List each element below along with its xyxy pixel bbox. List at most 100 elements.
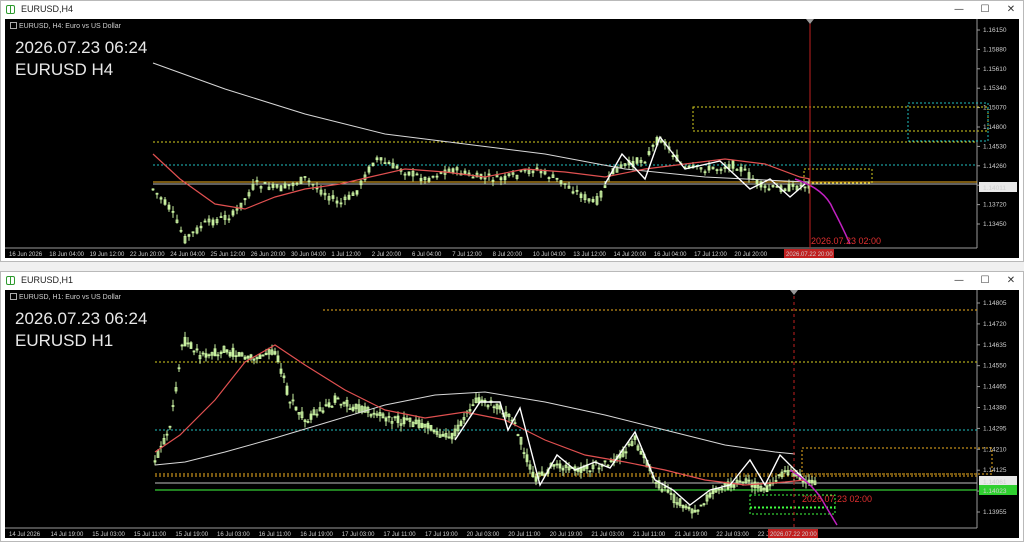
time-tick-label: 17 Jul 11:00 bbox=[383, 532, 416, 538]
time-tick-label: 16 Jul 03:00 bbox=[217, 532, 250, 538]
time-tick-label: 20 Jul 03:00 bbox=[467, 532, 500, 538]
sma-line bbox=[152, 62, 811, 183]
candle-body bbox=[367, 166, 371, 173]
close-button[interactable]: ✕ bbox=[997, 1, 1024, 19]
candle-body bbox=[324, 404, 328, 407]
minimize-button[interactable]: — bbox=[945, 1, 973, 19]
candle-body bbox=[327, 402, 331, 407]
candle-body bbox=[419, 177, 423, 182]
price-tick-label: 1.14260 bbox=[983, 163, 1007, 170]
time-tick-label: 17 Jul 03:00 bbox=[342, 532, 375, 538]
candle-body bbox=[540, 471, 544, 476]
chart-canvas[interactable]: 1.14805 1.14720 1.14635 1.14550 1.14465 1.143… bbox=[5, 290, 1019, 538]
maximize-button[interactable]: ☐ bbox=[971, 1, 999, 19]
candle-body bbox=[597, 467, 601, 470]
candle-body bbox=[375, 157, 379, 161]
candle-body bbox=[213, 348, 217, 357]
candle-body bbox=[731, 160, 735, 169]
candle-body bbox=[693, 509, 697, 513]
candle-body bbox=[492, 406, 496, 409]
price-tick-label: 1.14805 bbox=[983, 300, 1007, 307]
window-titlebar[interactable]: EURUSD,H1 — ☐ ✕ bbox=[1, 272, 1023, 290]
shift-marker-icon bbox=[790, 290, 798, 295]
time-tick-label: 21 Jul 19:00 bbox=[675, 532, 708, 538]
chart-canvas[interactable]: 1.16150 1.15880 1.15610 1.15340 1.15070 1.148… bbox=[5, 19, 1019, 258]
candle-body bbox=[547, 177, 551, 179]
candle-body bbox=[231, 347, 235, 357]
price-tick-label: 1.14530 bbox=[983, 143, 1007, 150]
time-tick-label: 7 Jul 12:00 bbox=[452, 252, 482, 258]
current-price-label: 1.14011 bbox=[983, 185, 1006, 192]
price-tick-label: 1.16150 bbox=[983, 27, 1007, 34]
price-chart[interactable]: 1.14805 1.14720 1.14635 1.14550 1.14465 1.143… bbox=[5, 290, 1019, 538]
candle-body bbox=[192, 350, 196, 353]
maximize-button[interactable]: ☐ bbox=[971, 272, 999, 290]
candle-body bbox=[669, 492, 673, 495]
time-tick-label: 16 Jul 04:00 bbox=[654, 252, 687, 258]
candle-body bbox=[559, 180, 563, 185]
candle-body bbox=[351, 406, 355, 411]
candle-body bbox=[459, 420, 463, 427]
candle-body bbox=[355, 190, 359, 195]
time-tick-label: 25 Jun 12:00 bbox=[211, 252, 246, 258]
time-tick-label: 2026.07.22 20:00 bbox=[786, 252, 833, 258]
candle-body bbox=[777, 474, 781, 477]
candle-body bbox=[171, 211, 175, 213]
candle-body bbox=[558, 463, 562, 469]
candle-body bbox=[273, 351, 277, 355]
time-tick-label: 16 Jul 19:00 bbox=[300, 532, 333, 538]
candle-body bbox=[487, 173, 491, 176]
candle-body bbox=[647, 151, 651, 155]
shift-marker-icon bbox=[806, 19, 814, 24]
candle-body bbox=[666, 489, 670, 493]
minimize-button[interactable]: — bbox=[945, 272, 973, 290]
candle-body bbox=[810, 479, 814, 483]
candle-body bbox=[387, 161, 391, 165]
candle-body bbox=[372, 412, 376, 415]
candle-body bbox=[159, 197, 163, 200]
candle-body bbox=[234, 355, 238, 358]
candle-body bbox=[243, 198, 247, 201]
symbol-overlay: EURUSD H1 bbox=[15, 331, 114, 350]
close-button[interactable]: ✕ bbox=[997, 272, 1024, 290]
candle-body bbox=[201, 352, 205, 355]
time-tick-label: 15 Jul 19:00 bbox=[175, 532, 208, 538]
price-tick-label: 1.14465 bbox=[983, 384, 1007, 391]
price-tick-label: 1.14720 bbox=[983, 321, 1007, 328]
candle-body bbox=[171, 405, 175, 407]
candle-body bbox=[264, 352, 268, 356]
candle-body bbox=[163, 199, 167, 205]
candle-body bbox=[384, 417, 388, 422]
candle-body bbox=[187, 234, 191, 237]
time-tick-label: 14 Jul 20:00 bbox=[614, 252, 647, 258]
candle-body bbox=[427, 177, 431, 182]
forecast-annotation: 2026.07.23 02:00 bbox=[802, 494, 872, 504]
symbol-description: EURUSD, H4: Euro vs US Dollar bbox=[10, 22, 121, 30]
candle-body bbox=[555, 463, 559, 466]
time-tick-label: 17 Jul 19:00 bbox=[425, 532, 458, 538]
chart-window-icon bbox=[6, 5, 15, 14]
candle-body bbox=[395, 165, 399, 169]
candle-body bbox=[531, 170, 535, 174]
candle-body bbox=[635, 157, 639, 164]
chart-window-h1[interactable]: EURUSD,H1 — ☐ ✕ 1.14805 1.14720 1.14635 1.1… bbox=[0, 271, 1024, 542]
price-chart[interactable]: 1.16150 1.15880 1.15610 1.15340 1.15070 1.148… bbox=[5, 19, 1019, 258]
candle-body bbox=[767, 188, 771, 191]
candle-body bbox=[211, 219, 215, 226]
window-titlebar[interactable]: EURUSD,H4 — ☐ ✕ bbox=[1, 1, 1023, 19]
time-tick-label: 15 Jul 03:00 bbox=[92, 532, 125, 538]
candle-body bbox=[671, 155, 675, 158]
candle-body bbox=[306, 421, 310, 423]
candle-body bbox=[183, 336, 187, 347]
candle-body bbox=[787, 183, 791, 192]
candle-body bbox=[204, 353, 208, 358]
chart-type-icon bbox=[10, 22, 17, 29]
candle-body bbox=[791, 183, 795, 187]
candle-body bbox=[765, 485, 769, 493]
window-title: EURUSD,H1 bbox=[21, 275, 74, 285]
candle-body bbox=[228, 351, 232, 357]
chart-window-h4[interactable]: EURUSD,H4 — ☐ ✕ 1.16150 1.15880 1.15610 1.1… bbox=[0, 0, 1024, 262]
candle-body bbox=[285, 385, 289, 395]
time-tick-label: 21 Jul 03:00 bbox=[591, 532, 624, 538]
candle-body bbox=[491, 179, 495, 182]
